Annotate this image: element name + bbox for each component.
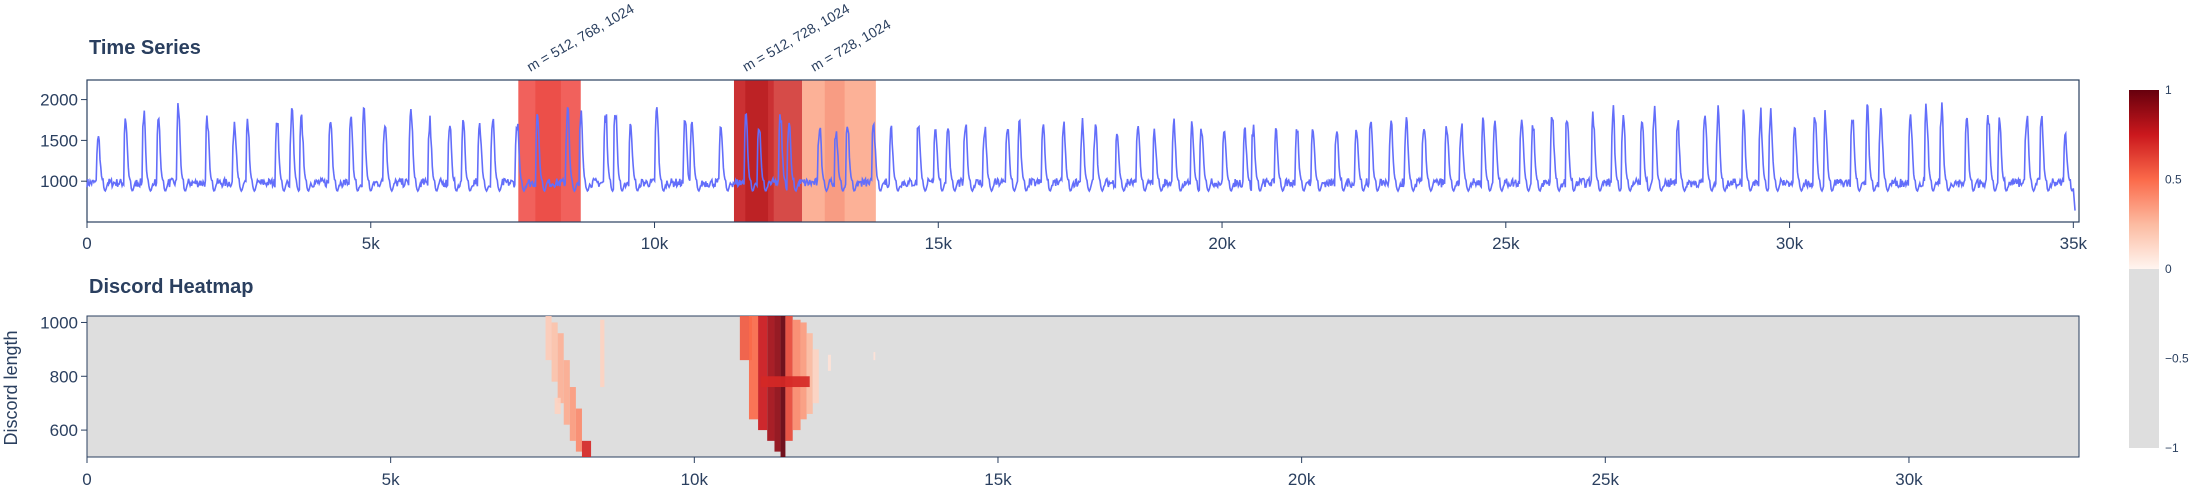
ts-y-tick-label: 1000: [40, 172, 78, 191]
time-series-chart: Time Series 0 5k 10k 15k 20k 25k 30k 35k 1000 15…: [40, 0, 2087, 253]
heatmap-x-ticks: 0 5k 10k 15k 20k 25k 30k: [82, 457, 1923, 489]
ts-x-tick-label: 5k: [362, 234, 380, 253]
heatmap-y-ticks: 600 800 1000: [40, 313, 87, 440]
heatmap-background: [86, 315, 2080, 458]
heatmap-cell: [554, 397, 561, 414]
ts-y-tick-label: 1500: [40, 131, 78, 150]
discord-heatmap-chart: Discord Heatmap Discord length 0 5k 10k 15k…: [1, 276, 2080, 489]
heatmap-cell: [873, 352, 876, 361]
ts-y-tick-label: 2000: [40, 91, 78, 110]
ts-x-tick-label: 35k: [2060, 234, 2088, 253]
hm-x-tick-label: 5k: [382, 470, 400, 489]
hm-y-tick-label: 800: [50, 367, 78, 386]
colorbar-tick-label: −0.5: [2165, 352, 2189, 366]
hm-x-tick-label: 25k: [1592, 470, 1620, 489]
ts-x-tick-label: 0: [82, 234, 91, 253]
heatmap-cell: [575, 408, 582, 452]
hm-x-tick-label: 15k: [984, 470, 1012, 489]
time-series-plot-border: [86, 79, 2080, 223]
heatmap-cell: [563, 360, 570, 425]
colorbar: −1 −0.5 0 0.5 1: [2129, 83, 2189, 455]
ts-x-tick-label: 30k: [1776, 234, 1804, 253]
discord-annotation-0: m = 512, 768, 1024: [524, 0, 637, 74]
colorbar-gradient: [2129, 90, 2159, 448]
heatmap-title: Discord Heatmap: [89, 276, 254, 298]
ts-x-tick-label: 25k: [1492, 234, 1520, 253]
colorbar-tick-label: −1: [2165, 441, 2179, 455]
heatmap-cell: [600, 319, 605, 388]
heatmap-cell: [806, 333, 813, 414]
heatmap-cell: [812, 349, 819, 404]
colorbar-tick-label: 0: [2165, 262, 2172, 276]
colorbar-ticks: −1 −0.5 0 0.5 1: [2165, 83, 2189, 455]
heatmap-cell: [581, 440, 592, 457]
time-series-title: Time Series: [89, 37, 201, 59]
heatmap-cell: [800, 322, 807, 420]
ts-x-tick-label: 15k: [925, 234, 953, 253]
hm-x-tick-label: 30k: [1895, 470, 1923, 489]
heatmap-cell: [761, 376, 810, 388]
hm-y-tick-label: 600: [50, 421, 78, 440]
figure: Time Series 0 5k 10k 15k 20k 25k 30k 35k 100015…: [1, 0, 2189, 489]
time-series-trace: [86, 102, 2076, 211]
heatmap-y-axis-label: Discord length: [1, 330, 21, 445]
time-series-line: [86, 102, 2076, 211]
colorbar-tick-label: 1: [2165, 83, 2172, 97]
heatmap-cell: [551, 322, 558, 382]
hm-x-tick-label: 20k: [1288, 470, 1316, 489]
discord-regions: [518, 80, 876, 222]
discord-annotations: m = 512, 768, 1024 m = 512, 728, 1024m = …: [524, 0, 894, 74]
hm-x-tick-label: 10k: [681, 470, 709, 489]
heatmap-cell: [569, 387, 576, 441]
discord-region-shade-1: [745, 80, 769, 222]
time-series-frame: [86, 79, 2080, 223]
heatmap-cell: [748, 316, 759, 420]
hm-x-tick-label: 0: [82, 470, 91, 489]
heatmap-cell: [758, 316, 768, 431]
heatmap-cell: [827, 354, 831, 371]
ts-x-tick-label: 10k: [641, 234, 669, 253]
hm-y-tick-label: 1000: [40, 313, 78, 332]
heatmap-plot-area: [86, 315, 2080, 458]
discord-annotation-1: m = 512, 728, 1024: [739, 0, 852, 74]
ts-x-tick-label: 20k: [1208, 234, 1236, 253]
time-series-x-ticks: 0 5k 10k 15k 20k 25k 30k 35k: [82, 222, 2088, 253]
heatmap-cell: [792, 319, 801, 431]
colorbar-tick-label: 0.5: [2165, 173, 2182, 187]
time-series-y-ticks: 1000 1500 2000: [40, 91, 87, 191]
heatmap-cell: [545, 316, 552, 361]
heatmap-cell: [557, 333, 564, 404]
